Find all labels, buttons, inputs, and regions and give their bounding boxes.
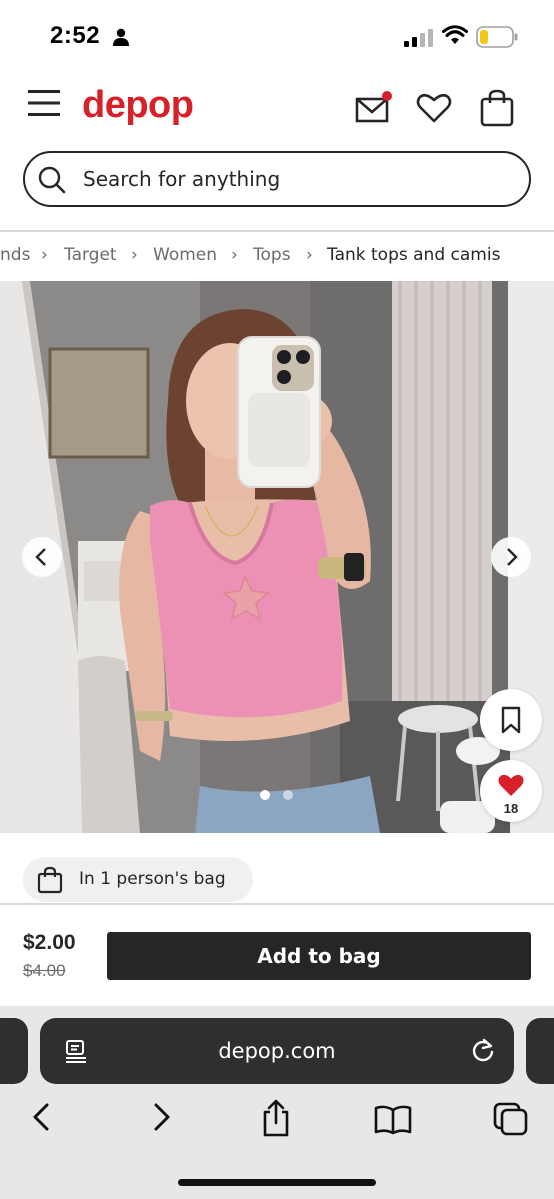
chevron-right-icon — [507, 548, 518, 566]
chevron-right-icon: › — [306, 245, 313, 265]
breadcrumb-item-current: Tank tops and camis — [327, 245, 501, 265]
previous-image-button[interactable] — [22, 537, 62, 577]
like-button[interactable]: 18 — [480, 760, 542, 822]
bookmarks-icon[interactable] — [374, 1105, 412, 1135]
address-bar[interactable]: depop.com — [40, 1018, 514, 1084]
site-header: depop — [0, 78, 554, 140]
previous-tab-edge[interactable] — [0, 1018, 28, 1084]
section-divider — [0, 903, 554, 905]
chevron-right-icon: › — [231, 245, 238, 265]
add-to-bag-button[interactable]: Add to bag — [107, 932, 531, 980]
product-photo[interactable] — [0, 281, 554, 833]
breadcrumb-item-brands[interactable]: nds — [0, 245, 30, 265]
search-input[interactable] — [83, 165, 503, 193]
pagination-dot[interactable] — [283, 790, 293, 800]
person-icon — [113, 28, 129, 46]
share-icon[interactable] — [260, 1098, 292, 1138]
chevron-left-icon — [35, 548, 46, 566]
home-indicator — [178, 1179, 376, 1186]
search-icon — [38, 166, 66, 194]
breadcrumb-item-women[interactable]: Women — [153, 245, 217, 265]
signal-icon — [404, 29, 433, 47]
mail-icon[interactable] — [354, 90, 394, 124]
chevron-right-icon: › — [41, 245, 48, 265]
in-bag-badge: In 1 person's bag — [23, 857, 253, 902]
bookmark-icon — [501, 706, 521, 734]
browser-toolbar: depop.com — [0, 1006, 554, 1199]
heart-icon[interactable] — [416, 92, 452, 124]
in-bag-text: In 1 person's bag — [79, 869, 226, 889]
header-divider — [0, 230, 554, 232]
chevron-right-icon: › — [131, 245, 138, 265]
next-image-button[interactable] — [491, 537, 531, 577]
url-text: depop.com — [218, 1039, 336, 1063]
price: $2.00 — [23, 931, 76, 954]
next-tab-edge[interactable] — [526, 1018, 554, 1084]
heart-filled-icon — [498, 774, 524, 796]
search-bar[interactable] — [23, 151, 531, 207]
original-price: $4.00 — [23, 961, 66, 980]
like-count: 18 — [503, 801, 519, 816]
pagination-dot-active[interactable] — [260, 790, 270, 800]
bag-icon[interactable] — [480, 89, 514, 127]
menu-icon[interactable] — [28, 90, 60, 116]
save-button[interactable] — [480, 689, 542, 751]
forward-icon[interactable] — [149, 1102, 173, 1132]
depop-logo[interactable]: depop — [82, 84, 194, 127]
wifi-icon — [442, 25, 468, 44]
status-time: 2:52 — [50, 22, 101, 49]
tabs-icon[interactable] — [493, 1102, 529, 1136]
breadcrumb-item-target[interactable]: Target — [64, 245, 117, 265]
reload-icon[interactable] — [470, 1038, 496, 1064]
battery-icon — [476, 26, 518, 48]
back-icon[interactable] — [30, 1102, 54, 1132]
status-bar: 2:52 — [0, 0, 554, 72]
bag-icon — [37, 866, 63, 894]
breadcrumb: nds › Target › Women › Tops › Tank tops … — [0, 243, 554, 271]
product-image — [0, 281, 554, 833]
breadcrumb-item-tops[interactable]: Tops — [253, 245, 291, 265]
